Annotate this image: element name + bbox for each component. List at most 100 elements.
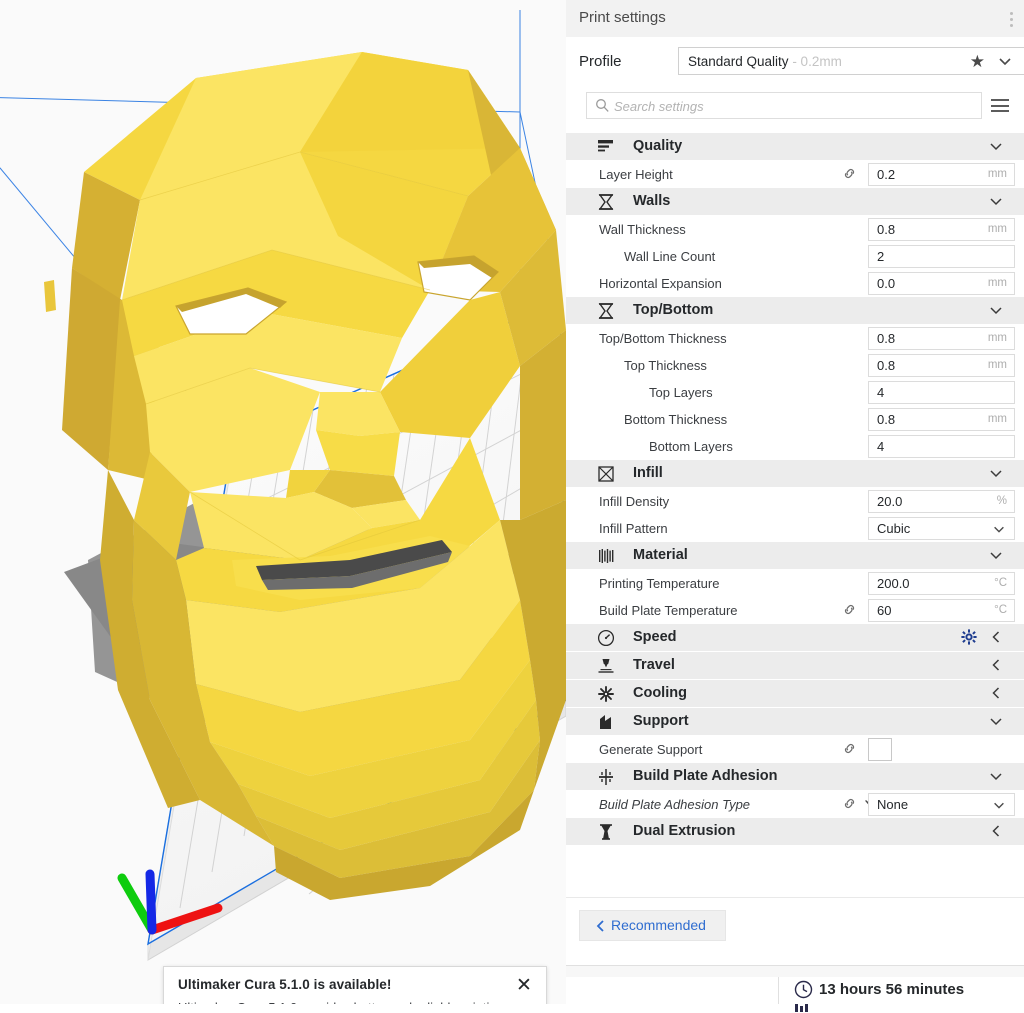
toast-title: Ultimaker Cura 5.1.0 is available! [178,977,392,992]
settings-category-top-bottom[interactable]: Top/Bottom [566,297,1024,325]
setting-row-layer-height: Layer Height 0.2 mm [566,161,1024,188]
chevron-down-icon[interactable] [988,713,1004,729]
setting-row-wall-thickness: Wall Thickness 0.8 mm [566,216,1024,243]
chevron-down-icon[interactable] [988,768,1004,784]
setting-label: Top Thickness [624,358,707,373]
top-bottom-thickness-input[interactable]: 0.8 mm [868,327,1015,350]
more-options-icon[interactable] [1004,9,1018,29]
settings-visibility-menu-icon[interactable] [991,99,1009,116]
generate-support-checkbox[interactable] [868,738,892,761]
link-icon[interactable] [842,602,857,617]
panel-title: Print settings [579,9,666,26]
link-icon[interactable] [842,741,857,756]
setting-label: Generate Support [599,742,703,757]
top-layers-input[interactable]: 4 [868,381,1015,404]
layer-height-input[interactable]: 0.2 mm [868,163,1015,186]
setting-row-bottom-layers: Bottom Layers 4 [566,433,1024,460]
chevron-down-icon[interactable] [997,53,1013,69]
profile-label: Profile [579,53,622,70]
setting-label: Layer Height [599,167,673,182]
settings-category-cooling[interactable]: Cooling [566,680,1024,708]
setting-value: None [877,797,909,812]
support-icon [596,712,616,732]
chevron-down-icon[interactable] [988,138,1004,154]
setting-label: Printing Temperature [599,576,720,591]
setting-label: Bottom Thickness [624,412,728,427]
setting-value: 20.0 [877,494,903,509]
chevron-down-icon[interactable] [992,522,1006,536]
gear-icon[interactable] [961,629,977,645]
search-row: Search settings [566,90,1024,125]
settings-category-infill[interactable]: Infill [566,460,1024,488]
settings-category-build-plate-adhesion[interactable]: Build Plate Adhesion [566,763,1024,791]
bottom-thickness-input[interactable]: 0.8 mm [868,408,1015,431]
chevron-down-icon[interactable] [988,547,1004,563]
settings-category-walls[interactable]: Walls [566,188,1024,216]
chevron-left-icon[interactable] [988,629,1004,645]
setting-value: 4 [877,385,885,400]
search-input[interactable]: Search settings [586,92,982,119]
printing-temperature-input[interactable]: 200.0 °C [868,572,1015,595]
chevron-left-icon[interactable] [988,823,1004,839]
chevron-down-icon[interactable] [988,193,1004,209]
chevron-down-icon[interactable] [988,465,1004,481]
build-plate-temperature-input[interactable]: 60 °C [868,599,1015,622]
wall-thickness-input[interactable]: 0.8 mm [868,218,1015,241]
settings-category-material[interactable]: Material [566,542,1024,570]
infill-pattern-dropdown[interactable]: Cubic [868,517,1015,540]
chevron-down-icon[interactable] [988,302,1004,318]
profile-value-detail: - 0.2mm [788,54,842,69]
setting-unit: mm [987,277,1007,289]
setting-value: 60 [877,603,892,618]
print-settings-panel: Print settings Profile Standard Quality … [566,0,1024,1012]
settings-category-travel[interactable]: Travel [566,652,1024,680]
settings-category-speed[interactable]: Speed [566,624,1024,652]
chevron-down-icon[interactable] [992,798,1006,812]
link-icon[interactable] [842,166,857,181]
favorite-star-icon[interactable]: ★ [970,52,985,72]
horizontal-expansion-input[interactable]: 0.0 mm [868,272,1015,295]
panel-header: Print settings [566,0,1024,38]
chevron-left-icon [593,918,609,934]
infill-density-input[interactable]: 20.0% [868,490,1015,513]
recommended-mode-button[interactable]: Recommended [579,910,726,941]
category-title: Material [633,547,688,563]
fan-icon [596,684,616,704]
chevron-left-icon[interactable] [988,685,1004,701]
category-title: Support [633,713,689,729]
settings-category-quality[interactable]: Quality [566,133,1024,161]
setting-label: Top Layers [649,385,713,400]
build-plate-scene [0,0,566,1004]
setting-unit: mm [987,413,1007,425]
setting-row-infill-pattern: Infill Pattern Cubic [566,515,1024,542]
setting-value: 0.2 [877,167,896,182]
category-title: Travel [633,657,675,673]
category-title: Cooling [633,685,687,701]
hourglass-icon [596,192,616,212]
top-thickness-input[interactable]: 0.8 mm [868,354,1015,377]
link-icon[interactable] [842,796,857,811]
category-title: Walls [633,193,671,209]
setting-row-build-plate-temperature: Build Plate Temperature 60 °C [566,597,1024,624]
search-icon [595,98,610,113]
category-title: Quality [633,138,683,154]
chevron-left-icon[interactable] [988,657,1004,673]
profile-select[interactable]: Standard Quality - 0.2mm ★ [678,47,1024,75]
build-plate-adhesion-type-dropdown[interactable]: None [868,793,1015,816]
settings-category-dual-extrusion[interactable]: Dual Extrusion [566,818,1024,846]
setting-value: 2 [877,249,885,264]
update-notification-toast[interactable]: Ultimaker Cura 5.1.0 is available! Ultim… [163,966,547,1004]
viewport-3d[interactable]: Ultimaker Cura 5.1.0 is available! Ultim… [0,0,566,1004]
setting-unit: mm [987,359,1007,371]
search-placeholder: Search settings [614,99,704,114]
close-icon[interactable]: ✕ [513,975,535,997]
print-time-estimate: 13 hours 56 minutes [778,977,1024,1012]
setting-label: Horizontal Expansion [599,276,722,291]
bottom-layers-input[interactable]: 4 [868,435,1015,458]
settings-category-support[interactable]: Support [566,708,1024,736]
category-title: Top/Bottom [633,302,714,318]
clock-icon [794,980,813,999]
profile-row: Profile Standard Quality - 0.2mm ★ [566,37,1024,89]
wall-line-count-input[interactable]: 2 [868,245,1015,268]
settings-list[interactable]: Quality Layer Height 0.2 mm Walls Wall Th… [566,133,1024,897]
